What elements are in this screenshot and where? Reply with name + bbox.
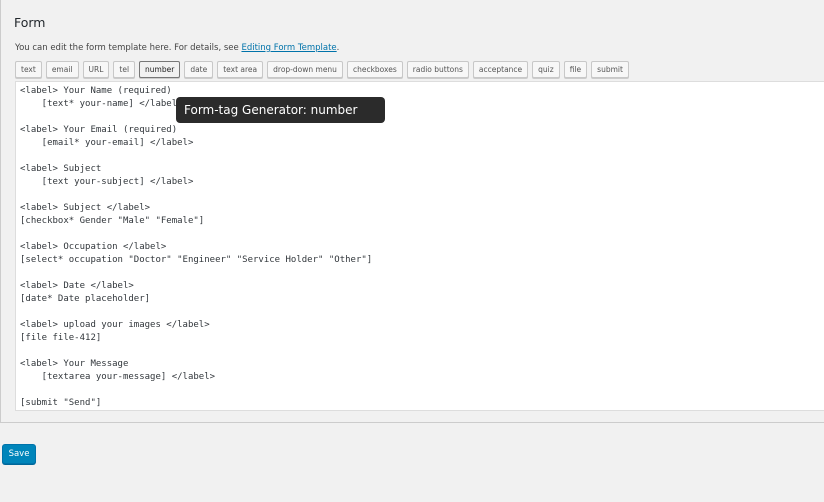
save-button[interactable]: Save [2, 444, 36, 464]
tag-button-quiz[interactable]: quiz [532, 61, 560, 78]
tag-button-email[interactable]: email [45, 61, 79, 78]
tag-generator-toolbar: text email URL tel number date text area… [15, 61, 629, 78]
editing-form-template-link[interactable]: Editing Form Template [241, 43, 336, 53]
tag-button-tel[interactable]: tel [113, 61, 136, 78]
tag-button-url[interactable]: URL [82, 61, 110, 78]
tag-button-acceptance[interactable]: acceptance [472, 61, 529, 78]
panel-title: Form [14, 15, 46, 30]
tag-button-checkboxes[interactable]: checkboxes [346, 61, 403, 78]
form-template-editor[interactable]: <label> Your Name (required) [text* your… [15, 81, 824, 411]
form-panel: Form You can edit the form template here… [0, 0, 824, 423]
panel-description: You can edit the form template here. For… [15, 43, 339, 53]
tag-button-number[interactable]: number [139, 61, 181, 78]
tag-button-date[interactable]: date [184, 61, 214, 78]
tag-button-textarea[interactable]: text area [217, 61, 264, 78]
description-suffix: . [336, 43, 340, 53]
tag-button-radio[interactable]: radio buttons [406, 61, 469, 78]
tag-generator-tooltip: Form-tag Generator: number [176, 97, 385, 123]
tag-button-submit[interactable]: submit [591, 61, 629, 78]
tag-button-text[interactable]: text [15, 61, 42, 78]
tag-button-dropdown[interactable]: drop-down menu [267, 61, 343, 78]
description-text: You can edit the form template here. For… [15, 43, 242, 53]
tag-button-file[interactable]: file [563, 61, 588, 78]
